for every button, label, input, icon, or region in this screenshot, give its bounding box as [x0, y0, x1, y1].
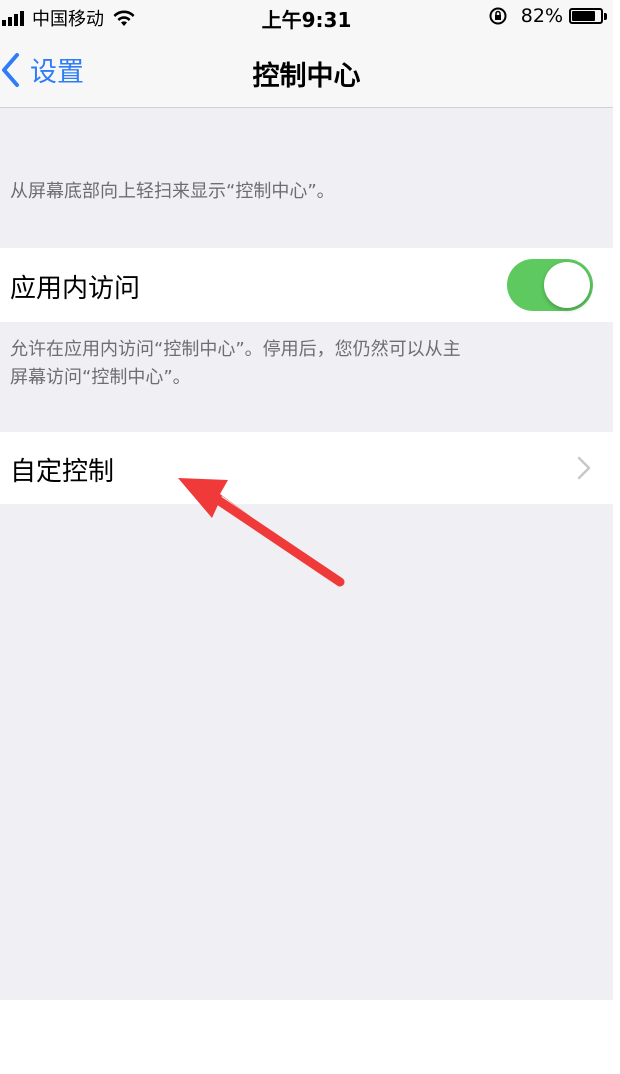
battery-icon	[569, 8, 603, 24]
navigation-bar: 设置 控制中心	[0, 34, 613, 108]
battery-cap	[604, 12, 607, 20]
intro-text: 从屏幕底部向上轻扫来显示“控制中心”。	[10, 181, 335, 202]
chevron-right-icon	[577, 456, 591, 480]
customize-controls-label: 自定控制	[10, 457, 115, 487]
in-app-access-footer-line2: 屏幕访问“控制中心”。	[10, 367, 191, 388]
in-app-access-footer-line1: 允许在应用内访问“控制中心”。停用后，您仍然可以从主	[10, 339, 461, 360]
status-right: 82%	[489, 5, 607, 27]
page-title: 控制中心	[252, 61, 361, 92]
toggle-knob	[544, 262, 590, 308]
rotation-lock-icon	[489, 7, 507, 25]
status-bar: 中国移动 上午9:31 82%	[0, 0, 613, 34]
settings-screen: 中国移动 上午9:31 82% 设置 控制中心 从屏幕底部向上轻扫来显示“控制中…	[0, 0, 613, 1000]
customize-controls-cell[interactable]: 自定控制	[0, 432, 613, 504]
in-app-access-cell: 应用内访问	[0, 248, 613, 322]
in-app-access-label: 应用内访问	[10, 274, 141, 304]
in-app-access-toggle[interactable]	[507, 259, 593, 311]
in-app-access-footer: 允许在应用内访问“控制中心”。停用后，您仍然可以从主 屏幕访问“控制中心”。	[10, 336, 461, 392]
battery-percent: 82%	[520, 5, 563, 27]
